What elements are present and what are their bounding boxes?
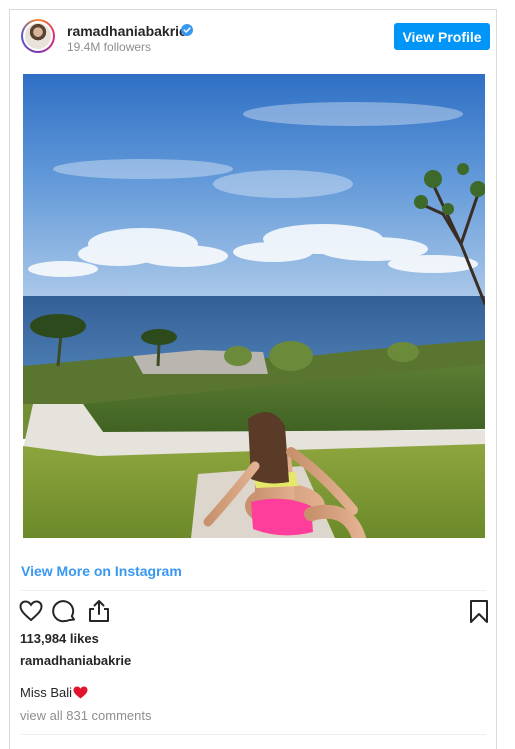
- post-photo[interactable]: [23, 74, 485, 538]
- follower-count: 19.4M followers: [67, 40, 152, 54]
- caption-text: Miss Bali: [20, 685, 73, 700]
- username[interactable]: ramadhaniabakrie: [67, 23, 187, 39]
- heart-outline-icon[interactable]: [18, 598, 44, 624]
- comment-bubble-icon[interactable]: [52, 598, 78, 624]
- divider: [21, 734, 486, 735]
- view-more-on-instagram-link[interactable]: View More on Instagram: [21, 563, 182, 579]
- post-header: ramadhaniabakrie 19.4M followers View Pr…: [10, 10, 496, 64]
- beach-photo-image: [23, 74, 485, 538]
- instagram-embed-card: ramadhaniabakrie 19.4M followers View Pr…: [9, 9, 497, 749]
- bookmark-icon[interactable]: [466, 598, 492, 624]
- verified-badge-icon: [181, 24, 193, 36]
- share-icon[interactable]: [86, 598, 112, 624]
- like-count[interactable]: 113,984 likes: [20, 631, 99, 646]
- post-owner-username[interactable]: ramadhaniabakrie: [20, 653, 131, 668]
- red-heart-emoji-icon: [73, 686, 88, 699]
- post-caption: Miss Bali: [20, 685, 88, 700]
- view-all-comments-link[interactable]: view all 831 comments: [20, 708, 152, 723]
- post-action-bar: [10, 598, 496, 624]
- divider: [21, 590, 486, 591]
- view-profile-button[interactable]: View Profile: [394, 23, 490, 50]
- avatar[interactable]: [21, 19, 55, 53]
